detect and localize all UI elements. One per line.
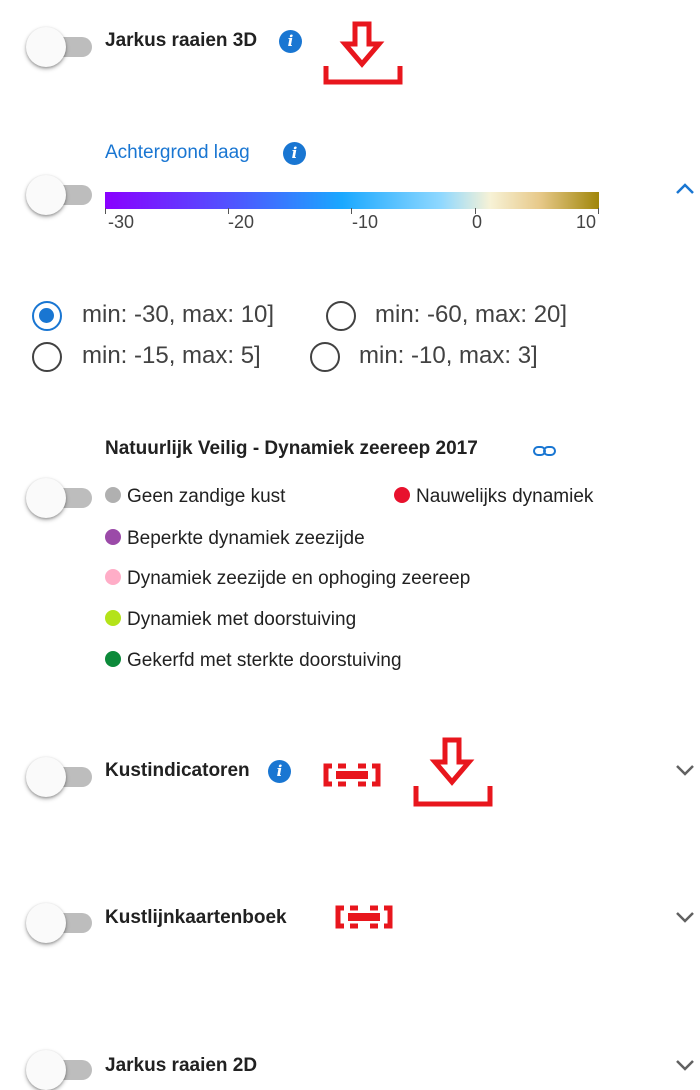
layer-title-achtergrond: Achtergrond laag (105, 142, 250, 163)
range-radio-3[interactable] (32, 342, 62, 372)
tick-label: -30 (107, 212, 134, 232)
chevron-down-icon[interactable] (672, 757, 698, 783)
legend-label: Dynamiek zeezijde en ophoging zeereep (127, 568, 471, 589)
layer-title-jarkus-2d: Jarkus raaien 2D (105, 1055, 258, 1076)
link-icon[interactable] (320, 762, 384, 788)
legend-item: Dynamiek zeezijde en ophoging zeereep (105, 568, 470, 590)
legend-label: Geen zandige kust (127, 486, 286, 507)
range-radio-label: min: -15, max: 5] (82, 342, 261, 369)
legend-dot (105, 610, 121, 626)
info-icon[interactable]: i (268, 760, 291, 783)
toggle-jarkus-3d[interactable] (26, 27, 94, 67)
legend-item: Nauwelijks dynamiek (394, 486, 593, 508)
layer-title-kustlijnkaartenboek: Kustlijnkaartenboek (105, 907, 287, 928)
legend-item: Gekerfd met sterkte doorstuiving (105, 650, 402, 672)
download-icon[interactable] (412, 736, 494, 810)
tick-label: -20 (227, 212, 254, 232)
legend-item: Dynamiek met doorstuiving (105, 609, 356, 631)
legend-label: Gekerfd met sterkte doorstuiving (127, 650, 402, 671)
link-icon[interactable] (332, 904, 396, 930)
range-radio-2[interactable] (326, 301, 356, 331)
info-icon[interactable]: i (283, 142, 306, 165)
toggle-thumb (26, 903, 66, 943)
legend-dot (105, 569, 121, 585)
range-radio-4[interactable] (310, 342, 340, 372)
layer-title-kustindicatoren: Kustindicatoren (105, 760, 250, 781)
layer-title-jarkus-3d: Jarkus raaien 3D (105, 30, 258, 51)
download-icon[interactable] (322, 20, 404, 88)
toggle-achtergrond[interactable] (26, 175, 94, 215)
layer-title-natuurlijk-veilig: Natuurlijk Veilig - Dynamiek zeereep 201… (105, 438, 478, 459)
toggle-thumb (26, 478, 66, 518)
toggle-natuurlijk-veilig[interactable] (26, 478, 94, 518)
toggle-thumb (26, 27, 66, 67)
legend-label: Beperkte dynamiek zeezijde (127, 528, 365, 549)
chevron-down-icon[interactable] (672, 904, 698, 930)
legend-dot (394, 487, 410, 503)
legend-label: Dynamiek met doorstuiving (127, 609, 357, 630)
chevron-down-icon[interactable] (672, 1052, 698, 1078)
color-gradient-bar (105, 192, 599, 209)
toggle-thumb (26, 1050, 66, 1090)
range-radio-label: min: -30, max: 10] (82, 301, 275, 328)
toggle-kustlijnkaartenboek[interactable] (26, 903, 94, 943)
tick-label: 10 (575, 212, 597, 232)
toggle-thumb (26, 175, 66, 215)
legend-label: Nauwelijks dynamiek (416, 486, 594, 507)
tick-label: 0 (471, 212, 482, 232)
legend-dot (105, 529, 121, 545)
range-radio-label: min: -10, max: 3] (359, 342, 538, 369)
legend-item: Geen zandige kust (105, 486, 285, 508)
legend-dot (105, 651, 121, 667)
range-radio-1[interactable] (32, 301, 62, 331)
legend-dot (105, 487, 121, 503)
chevron-up-icon[interactable] (672, 176, 698, 202)
range-radio-label: min: -60, max: 20] (375, 301, 568, 328)
toggle-kustindicatoren[interactable] (26, 757, 94, 797)
radio-dot (39, 308, 54, 323)
toggle-jarkus-2d[interactable] (26, 1050, 94, 1090)
toggle-thumb (26, 757, 66, 797)
info-icon[interactable]: i (279, 30, 302, 53)
legend-item: Beperkte dynamiek zeezijde (105, 528, 365, 550)
link-icon[interactable] (532, 442, 558, 460)
tick-label: -10 (351, 212, 378, 232)
